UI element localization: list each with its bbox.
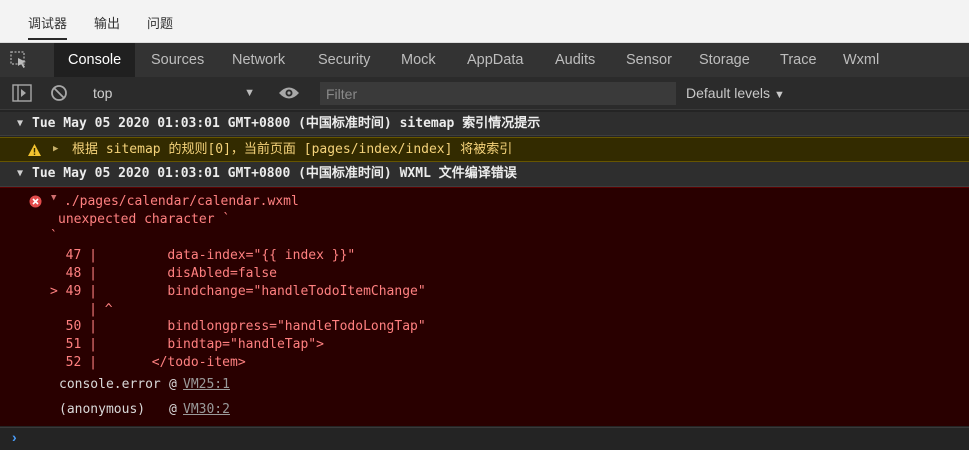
tab-debugger[interactable]: 调试器 bbox=[28, 13, 68, 40]
stack-location-link[interactable]: VM25:1 bbox=[183, 377, 230, 392]
caret-down-icon: ▼ bbox=[773, 89, 785, 101]
warning-message: ▶ 根据 sitemap 的规则[0]，当前页面 [pages/index/in… bbox=[0, 137, 969, 162]
error-text: unexpected character ` bbox=[58, 212, 231, 227]
tab-security[interactable]: Security bbox=[304, 43, 384, 77]
log-levels-label: Default levels bbox=[686, 85, 771, 101]
warning-text: 根据 sitemap 的规则[0]，当前页面 [pages/index/inde… bbox=[72, 142, 513, 157]
console-toolbar: top ▼ Default levels ▼ bbox=[0, 77, 969, 110]
tab-output[interactable]: 输出 bbox=[94, 13, 120, 32]
caret-down-icon: ▼ bbox=[244, 87, 255, 99]
context-selector[interactable]: top ▼ bbox=[85, 83, 261, 104]
code-line: 50 | bindlongpress="handleTodoLongTap" bbox=[50, 319, 426, 334]
tab-mock[interactable]: Mock bbox=[387, 43, 450, 77]
filter-input[interactable] bbox=[320, 82, 676, 105]
error-message: ▼ ./pages/calendar/calendar.wxml unexpec… bbox=[0, 187, 969, 426]
code-line-highlight: > 49 | bindchange="handleTodoItemChange" bbox=[50, 284, 426, 299]
code-line: 48 | disAbled=false bbox=[50, 266, 277, 281]
code-line: 52 | </todo-item> bbox=[50, 355, 246, 370]
sidebar-toggle-icon[interactable] bbox=[12, 84, 32, 107]
tab-audits[interactable]: Audits bbox=[541, 43, 609, 77]
tab-sensor[interactable]: Sensor bbox=[612, 43, 686, 77]
context-value: top bbox=[93, 85, 113, 101]
eye-icon[interactable] bbox=[278, 86, 300, 105]
tab-trace[interactable]: Trace bbox=[766, 43, 831, 77]
code-line: | ^ bbox=[50, 302, 113, 317]
console-group-header[interactable]: ▼ Tue May 05 2020 01:03:01 GMT+0800 (中国标… bbox=[0, 112, 969, 136]
clear-console-icon[interactable] bbox=[50, 84, 68, 107]
tab-appdata[interactable]: AppData bbox=[453, 43, 537, 77]
stack-function: console.error bbox=[59, 377, 161, 392]
tab-network[interactable]: Network bbox=[218, 43, 299, 77]
tab-console[interactable]: Console bbox=[54, 43, 136, 77]
log-levels-dropdown[interactable]: Default levels ▼ bbox=[686, 85, 785, 101]
stack-at: @ bbox=[169, 377, 177, 392]
code-line: 47 | data-index="{{ index }}" bbox=[50, 248, 356, 263]
tab-wxml[interactable]: Wxml bbox=[829, 43, 893, 77]
stack-at: @ bbox=[169, 402, 177, 417]
code-line: 51 | bindtap="handleTap"> bbox=[50, 337, 324, 352]
tab-problems[interactable]: 问题 bbox=[147, 13, 173, 32]
expand-triangle-icon[interactable]: ▼ bbox=[17, 112, 23, 135]
stack-function: (anonymous) bbox=[59, 402, 146, 417]
devtools-nav: Console Sources Network Security Mock Ap… bbox=[0, 43, 969, 77]
group-title: Tue May 05 2020 01:03:01 GMT+0800 (中国标准时… bbox=[32, 116, 541, 131]
error-text: ` bbox=[50, 229, 58, 244]
collapse-triangle-icon[interactable]: ▶ bbox=[53, 138, 58, 161]
group-title: Tue May 05 2020 01:03:01 GMT+0800 (中国标准时… bbox=[32, 166, 517, 181]
expand-triangle-icon[interactable]: ▼ bbox=[51, 193, 56, 203]
console-prompt[interactable]: › bbox=[0, 427, 969, 450]
expand-triangle-icon[interactable]: ▼ bbox=[17, 162, 23, 185]
tab-storage[interactable]: Storage bbox=[685, 43, 764, 77]
stack-location-link[interactable]: VM30:2 bbox=[183, 402, 230, 417]
prompt-chevron-icon: › bbox=[12, 429, 17, 445]
console-group-header[interactable]: ▼ Tue May 05 2020 01:03:01 GMT+0800 (中国标… bbox=[0, 162, 969, 187]
tab-sources[interactable]: Sources bbox=[137, 43, 218, 77]
panel-tab-bar: 调试器 输出 问题 bbox=[0, 0, 969, 43]
inspect-element-icon[interactable] bbox=[8, 49, 40, 71]
error-icon bbox=[29, 195, 42, 212]
error-file-path: ./pages/calendar/calendar.wxml bbox=[64, 194, 299, 209]
